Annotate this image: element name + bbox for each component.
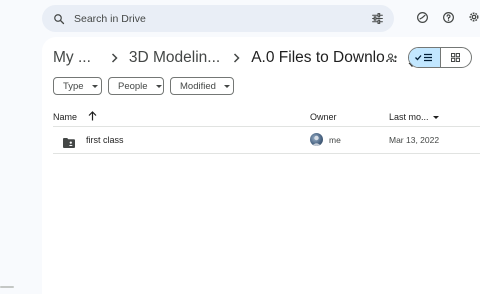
avatar (310, 133, 323, 146)
name-column-header[interactable]: Name (53, 112, 77, 122)
table-row[interactable]: first class me Mar 13, 2022 (53, 127, 480, 154)
last-modified-column-header[interactable]: Last mo... (389, 112, 439, 122)
last-modified-label: Last mo... (389, 112, 429, 122)
column-headers: Name Owner Last mo... (42, 110, 480, 126)
breadcrumb: My ... 3D Modelin... A.0 Files to Downlo… (53, 48, 416, 68)
list-view-button[interactable] (409, 48, 441, 67)
chip-label: Modified (180, 80, 216, 92)
grid-icon (451, 53, 461, 62)
chip-label: Type (63, 80, 84, 92)
modified-filter-chip[interactable]: Modified (170, 77, 234, 95)
file-list-panel: My ... 3D Modelin... A.0 Files to Downlo… (42, 37, 480, 294)
search-input[interactable] (74, 12, 354, 25)
file-name[interactable]: first class (86, 135, 124, 145)
caret-down-icon (432, 115, 439, 119)
owner-column-header[interactable]: Owner (310, 112, 337, 122)
people-filter-chip[interactable]: People (108, 77, 164, 95)
chevron-right-icon (233, 53, 241, 63)
search-icon[interactable] (52, 12, 66, 26)
breadcrumb-item-3d-modeling[interactable]: 3D Modelin... (129, 49, 220, 67)
caret-down-icon (223, 84, 230, 88)
check-list-icon (415, 53, 433, 62)
chevron-right-icon (111, 53, 119, 63)
chip-label: People (118, 80, 148, 92)
shared-folder-icon (63, 135, 75, 148)
type-filter-chip[interactable]: Type (53, 77, 102, 95)
breadcrumb-item-my-drive[interactable]: My ... (53, 49, 91, 67)
left-rail (0, 0, 42, 294)
breadcrumb-item-current-folder[interactable]: A.0 Files to Downlo... (251, 49, 397, 67)
top-actions (415, 10, 480, 24)
offline-ready-icon[interactable] (415, 10, 429, 24)
caret-down-icon (91, 84, 98, 88)
view-toggle (408, 47, 472, 68)
modified-date: Mar 13, 2022 (389, 135, 440, 145)
drive-window: My ... 3D Modelin... A.0 Files to Downlo… (0, 0, 480, 294)
caret-down-icon (155, 84, 162, 88)
search-bar[interactable] (42, 5, 394, 32)
share-people-icon[interactable] (386, 51, 400, 65)
grid-view-button[interactable] (441, 48, 472, 67)
filter-chips: Type People Modified (53, 77, 234, 95)
help-icon[interactable] (441, 10, 455, 24)
sort-arrow-up-icon[interactable] (88, 111, 97, 121)
owner-text: me (329, 135, 341, 145)
search-options-icon[interactable] (371, 12, 384, 25)
scrollbar[interactable] (0, 286, 14, 288)
settings-gear-icon[interactable] (467, 10, 480, 24)
